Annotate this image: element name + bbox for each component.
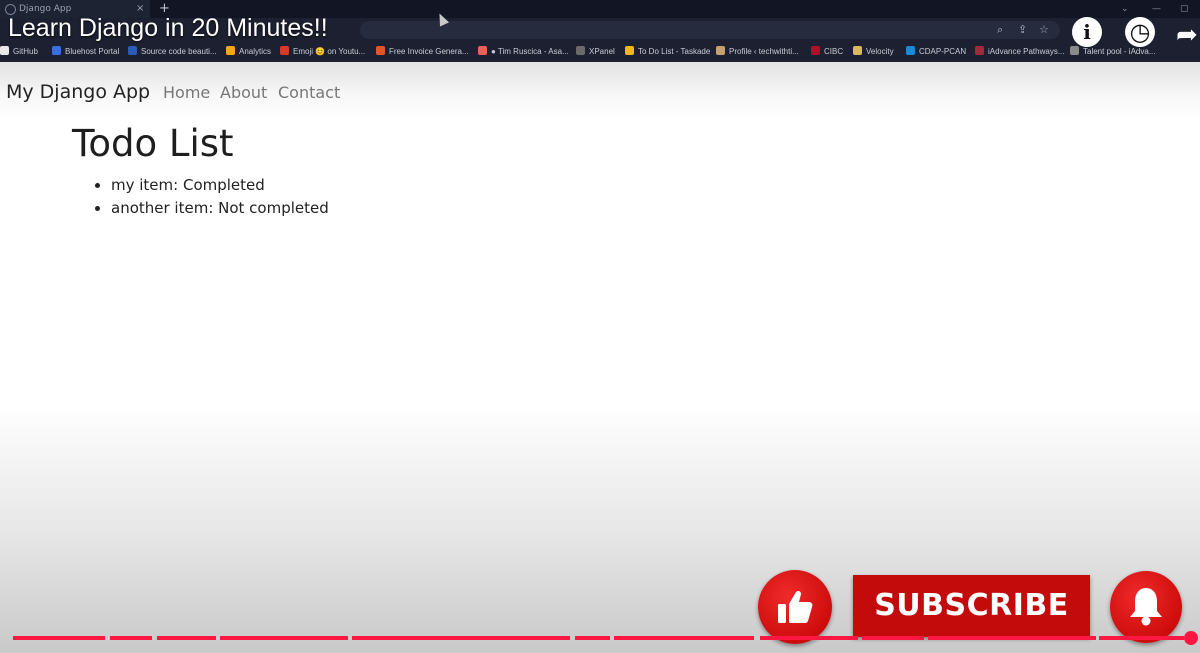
bookmark-favicon-icon	[226, 46, 235, 55]
navbar: My Django App Home About Contact	[0, 62, 1200, 120]
bookmark-label: Analytics	[239, 47, 272, 56]
info-icon[interactable]: i	[1072, 17, 1102, 47]
bookmark-label: Velocity	[866, 47, 894, 56]
bookmark-item[interactable]: iAdvance Pathways...	[975, 42, 1064, 62]
bookmark-label: XPanel	[589, 47, 615, 56]
video-title[interactable]: Learn Django in 20 Minutes!!	[8, 14, 328, 43]
bookmark-favicon-icon	[1070, 46, 1079, 55]
bookmark-label: Talent pool - iAdva...	[1083, 47, 1156, 56]
progress-chapter-segment[interactable]	[928, 636, 1096, 640]
progress-chapter-segment[interactable]	[110, 636, 152, 640]
todo-item: another item: Not completed	[111, 197, 329, 220]
bookmark-item[interactable]: CDAP-PCAN	[906, 42, 966, 62]
bookmarks-bar: GitHub Bluehost Portal Source code beauti.…	[0, 42, 1200, 62]
bookmark-favicon-icon	[716, 46, 725, 55]
bookmark-label: ● Tim Ruscica - Asa...	[491, 47, 569, 56]
progress-chapter-segment[interactable]	[575, 636, 610, 640]
chevron-down-icon[interactable]: ⌄	[1121, 0, 1129, 18]
progress-chapter-segment[interactable]	[352, 636, 570, 640]
bookmark-favicon-icon	[853, 46, 862, 55]
bookmark-favicon-icon	[811, 46, 820, 55]
address-bar[interactable]	[360, 21, 1060, 39]
bookmark-favicon-icon	[625, 46, 634, 55]
bookmark-item[interactable]: To Do List - Taskade	[625, 42, 710, 62]
watch-later-icon[interactable]: ◷	[1125, 17, 1155, 47]
bookmark-favicon-icon	[0, 46, 9, 55]
bookmark-item[interactable]: CIBC	[811, 42, 843, 62]
minimize-button[interactable]: —	[1152, 0, 1161, 18]
todo-list: my item: Completed another item: Not com…	[92, 174, 329, 220]
progress-chapter-segment[interactable]	[157, 636, 216, 640]
bookmark-label: iAdvance Pathways...	[988, 47, 1065, 56]
progress-chapter-segment[interactable]	[614, 636, 754, 640]
nav-link-about[interactable]: About	[220, 83, 267, 102]
bookmark-label: CDAP-PCAN	[919, 47, 967, 56]
progress-chapter-segment[interactable]	[13, 636, 105, 640]
bookmark-item[interactable]: Analytics	[226, 42, 271, 62]
bookmark-label: Emoji 😊 on Youtu...	[293, 47, 366, 56]
bookmark-label: CIBC	[824, 47, 844, 56]
bookmark-favicon-icon	[478, 46, 487, 55]
bookmark-item[interactable]: Bluehost Portal	[52, 42, 119, 62]
share-icon[interactable]: ➦	[1176, 20, 1198, 50]
bookmark-star-icon[interactable]: ☆	[1039, 21, 1049, 39]
progress-chapter-segment[interactable]	[1099, 636, 1184, 640]
subscribe-button[interactable]: SUBSCRIBE	[853, 575, 1090, 637]
bookmark-item[interactable]: ● Tim Ruscica - Asa...	[478, 42, 569, 62]
bookmark-favicon-icon	[128, 46, 137, 55]
bookmark-item[interactable]: Source code beauti...	[128, 42, 217, 62]
bookmark-item[interactable]: XPanel	[576, 42, 615, 62]
bookmark-favicon-icon	[906, 46, 915, 55]
like-button[interactable]	[758, 570, 832, 644]
thumbs-up-icon	[778, 590, 813, 623]
progress-chapter-segment[interactable]	[862, 636, 924, 640]
bookmark-favicon-icon	[576, 46, 585, 55]
nav-link-home[interactable]: Home	[163, 83, 210, 102]
share-page-icon[interactable]: ⇪	[1018, 21, 1027, 39]
bookmark-favicon-icon	[975, 46, 984, 55]
bookmark-item[interactable]: GitHub	[0, 42, 38, 62]
bookmark-label: Bluehost Portal	[65, 47, 120, 56]
bell-icon	[1130, 588, 1162, 626]
bookmark-item[interactable]: Emoji 😊 on Youtu...	[280, 42, 365, 62]
nav-link-contact[interactable]: Contact	[278, 83, 340, 102]
bookmark-favicon-icon	[376, 46, 385, 55]
progress-chapter-segment[interactable]	[760, 636, 858, 640]
navbar-brand[interactable]: My Django App	[6, 81, 150, 103]
progress-scrubber[interactable]	[1184, 631, 1198, 645]
bookmark-label: Source code beauti...	[141, 47, 217, 56]
todo-item: my item: Completed	[111, 174, 329, 197]
bookmark-item[interactable]: Free Invoice Genera...	[376, 42, 469, 62]
bookmark-favicon-icon	[52, 46, 61, 55]
bookmark-label: Profile ‹ techwithti...	[729, 47, 799, 56]
progress-chapter-segment[interactable]	[220, 636, 348, 640]
bookmark-label: GitHub	[13, 47, 38, 56]
bookmark-favicon-icon	[280, 46, 289, 55]
maximize-button[interactable]: ▢	[1180, 0, 1189, 18]
bookmark-label: Free Invoice Genera...	[389, 47, 469, 56]
search-icon[interactable]: ⌕	[997, 21, 1003, 39]
bookmark-item[interactable]: Velocity	[853, 42, 894, 62]
bookmark-item[interactable]: Profile ‹ techwithti...	[716, 42, 799, 62]
video-progress-bar[interactable]	[0, 636, 1200, 641]
page-title: Todo List	[72, 122, 234, 165]
bookmark-label: To Do List - Taskade	[638, 47, 711, 56]
notification-bell-button[interactable]	[1110, 571, 1182, 643]
